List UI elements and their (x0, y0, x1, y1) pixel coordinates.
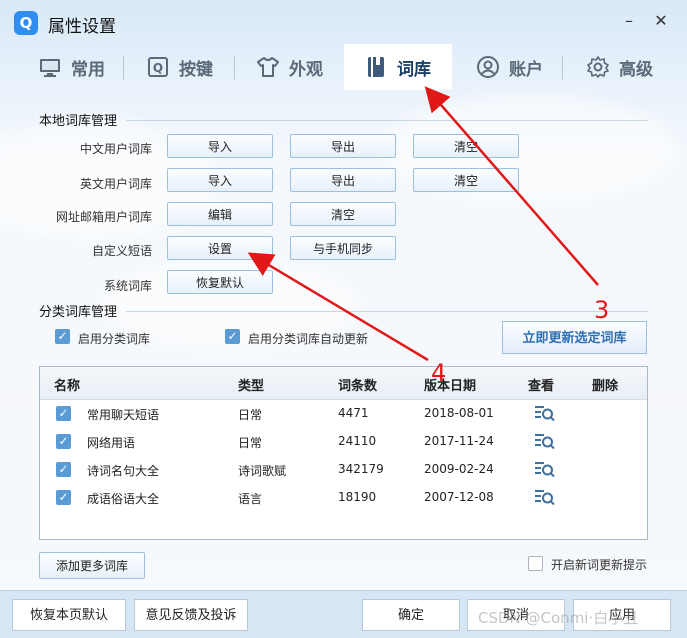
new-word-notify-label: 开启新词更新提示 (551, 558, 648, 572)
enable-category-checkbox[interactable]: ✓ (55, 329, 70, 344)
dict-count: 18190 (338, 490, 377, 504)
dictionary-panel: 本地词库管理 中文用户词库 导入 导出 清空 英文用户词库 导入 导出 清空 网… (0, 90, 687, 590)
column-header-count: 词条数 (338, 379, 378, 394)
minimize-button[interactable]: – (618, 10, 640, 32)
close-button[interactable]: ✕ (650, 10, 672, 32)
tab-appearance[interactable]: 外观 (240, 44, 340, 90)
custom-phrase-settings-button[interactable]: 设置 (167, 236, 273, 260)
dict-name: 诗词名句大全 (87, 464, 160, 478)
tab-divider (562, 56, 563, 80)
dict-name: 网络用语 (87, 436, 136, 450)
tab-dictionary[interactable]: 词库 (344, 44, 452, 90)
column-header-type: 类型 (238, 379, 265, 394)
tab-label: 外观 (289, 59, 323, 80)
column-header-view: 查看 (528, 379, 555, 394)
row-checkbox[interactable]: ✓ (56, 490, 71, 505)
book-icon (368, 57, 384, 77)
auto-update-checkbox[interactable]: ✓ (225, 329, 240, 344)
dict-count: 342179 (338, 462, 384, 476)
add-more-dictionaries-button[interactable]: 添加更多词库 (39, 552, 145, 579)
clear-chinese-button[interactable]: 清空 (413, 134, 519, 158)
category-dictionary-title: 分类词库管理 (39, 305, 118, 320)
restore-page-default-button[interactable]: 恢复本页默认 (12, 599, 126, 631)
tab-divider (234, 56, 235, 80)
tab-label: 词库 (397, 59, 431, 80)
dict-date: 2018-08-01 (424, 406, 494, 420)
import-chinese-button[interactable]: 导入 (167, 134, 273, 158)
row-checkbox[interactable]: ✓ (56, 434, 71, 449)
tab-label: 账户 (509, 59, 543, 80)
table-row[interactable]: ✓ 常用聊天短语 日常 4471 2018-08-01 (40, 400, 647, 428)
auto-update-label: 启用分类词库自动更新 (248, 332, 369, 346)
tab-divider (123, 56, 124, 80)
table-row[interactable]: ✓ 网络用语 日常 24110 2017-11-24 (40, 428, 647, 456)
import-english-button[interactable]: 导入 (167, 168, 273, 192)
local-dictionary-title: 本地词库管理 (39, 114, 118, 129)
custom-phrase-label: 自定义短语 (91, 244, 152, 258)
dict-count: 24110 (338, 434, 377, 448)
feedback-button[interactable]: 意见反馈及投诉 (134, 599, 248, 631)
view-list-icon[interactable] (534, 487, 556, 507)
tab-label: 高级 (619, 59, 653, 80)
sync-phone-button[interactable]: 与手机同步 (290, 236, 396, 260)
section-divider (126, 120, 648, 121)
category-dictionary-table: 名称 类型 词条数 版本日期 查看 删除 ✓ 常用聊天短语 日常 4471 20… (39, 366, 648, 540)
edit-url-dict-button[interactable]: 编辑 (167, 202, 273, 226)
table-row[interactable]: ✓ 成语俗语大全 语言 18190 2007-12-08 (40, 484, 647, 512)
clear-english-button[interactable]: 清空 (413, 168, 519, 192)
settings-window: Q 属性设置 – ✕ 常用 Q 按键 外观 词库 账户 高级 本地词库管理 中文… (0, 0, 687, 638)
url-email-dict-label: 网址邮箱用户词库 (55, 210, 152, 224)
column-header-delete: 删除 (592, 379, 619, 394)
dict-type: 日常 (238, 408, 263, 422)
ok-button[interactable]: 确定 (362, 599, 460, 631)
table-row[interactable]: ✓ 诗词名句大全 诗词歌赋 342179 2009-02-24 (40, 456, 647, 484)
table-header: 名称 类型 词条数 版本日期 查看 删除 (40, 367, 647, 400)
monitor-icon (40, 59, 60, 77)
tab-account[interactable]: 账户 (460, 44, 560, 90)
export-english-button[interactable]: 导出 (290, 168, 396, 192)
column-header-name: 名称 (54, 379, 81, 394)
dict-name: 常用聊天短语 (87, 408, 160, 422)
view-list-icon[interactable] (534, 459, 556, 479)
view-list-icon[interactable] (534, 403, 556, 423)
dict-type: 诗词歌赋 (238, 464, 287, 478)
tab-bar: 常用 Q 按键 外观 词库 账户 高级 (0, 44, 687, 90)
new-word-notify-checkbox[interactable] (528, 556, 543, 571)
dict-count: 4471 (338, 406, 369, 420)
column-header-date: 版本日期 (424, 379, 477, 394)
gear-icon (587, 56, 609, 78)
dict-date: 2017-11-24 (424, 434, 494, 448)
row-checkbox[interactable]: ✓ (56, 406, 71, 421)
tab-advanced[interactable]: 高级 (570, 44, 670, 90)
app-logo-icon: Q (14, 11, 38, 35)
english-user-dict-label: 英文用户词库 (79, 177, 152, 191)
row-checkbox[interactable]: ✓ (56, 462, 71, 477)
tab-label: 常用 (71, 59, 105, 80)
window-title: 属性设置 (48, 17, 116, 37)
key-q-icon: Q (148, 57, 168, 77)
export-chinese-button[interactable]: 导出 (290, 134, 396, 158)
view-list-icon[interactable] (534, 431, 556, 451)
dict-name: 成语俗语大全 (87, 492, 160, 506)
csdn-watermark: CSDN @Conmi·白小丑 (478, 609, 639, 627)
dict-date: 2007-12-08 (424, 490, 494, 504)
tshirt-icon (257, 57, 279, 77)
dict-date: 2009-02-24 (424, 462, 494, 476)
svg-text:Q: Q (153, 61, 163, 75)
enable-category-label: 启用分类词库 (78, 332, 151, 346)
update-selected-button[interactable]: 立即更新选定词库 (502, 321, 647, 354)
title-bar: Q 属性设置 – ✕ (0, 0, 687, 44)
tab-keys[interactable]: Q 按键 (130, 44, 230, 90)
chinese-user-dict-label: 中文用户词库 (79, 142, 152, 156)
tab-label: 按键 (179, 59, 213, 80)
system-dict-label: 系统词库 (103, 279, 152, 293)
dict-type: 语言 (238, 492, 263, 506)
clear-url-dict-button[interactable]: 清空 (290, 202, 396, 226)
tab-general[interactable]: 常用 (22, 44, 122, 90)
user-icon (477, 56, 499, 78)
dict-type: 日常 (238, 436, 263, 450)
restore-default-dict-button[interactable]: 恢复默认 (167, 270, 273, 294)
section-divider (126, 311, 648, 312)
